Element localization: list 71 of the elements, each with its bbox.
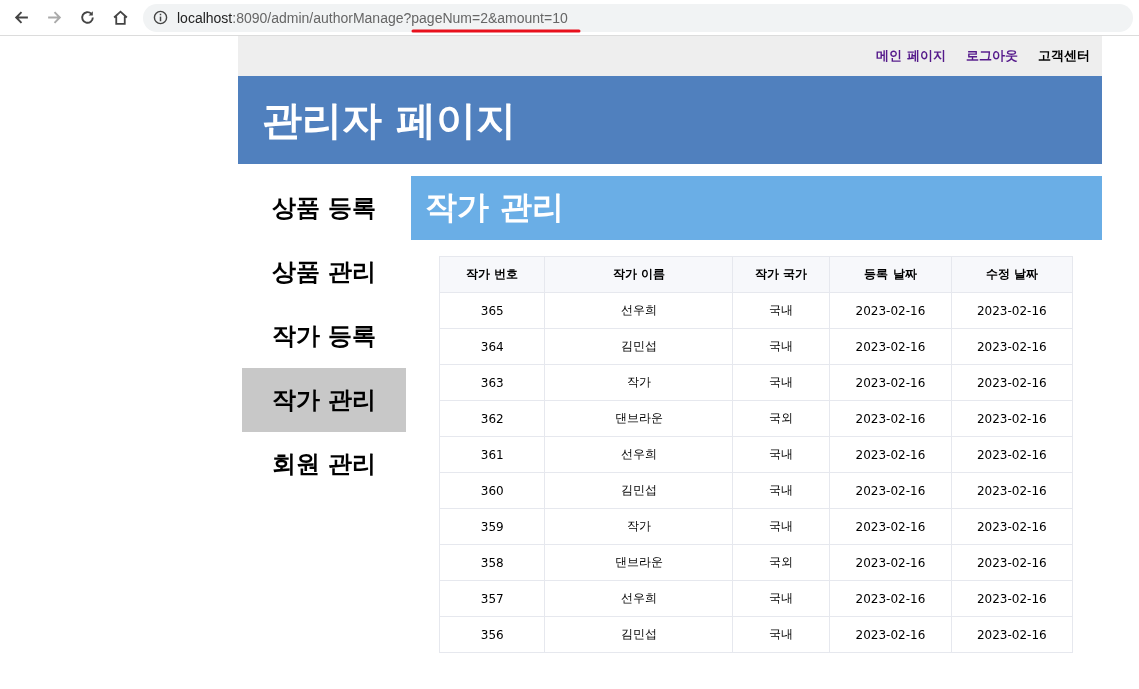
sidebar-item[interactable]: 작가 등록 [242,304,406,368]
table-cell: 360 [439,472,545,509]
table-cell: 358 [439,544,545,581]
table-cell: 2023-02-16 [829,436,952,473]
table-cell: 2023-02-16 [951,328,1073,365]
nav-link[interactable]: 고객센터 [1038,47,1090,65]
column-header: 작가 이름 [544,256,733,293]
table-cell: 2023-02-16 [951,616,1073,653]
table-cell: 362 [439,400,545,437]
back-arrow-icon[interactable] [13,9,30,26]
table-cell: 국내 [732,472,830,509]
nav-link[interactable]: 메인 페이지 [876,47,946,65]
table-cell: 국내 [732,436,830,473]
table-cell: 국내 [732,364,830,401]
column-header: 등록 날짜 [829,256,952,293]
column-header: 작가 국가 [732,256,830,293]
table-cell: 작가 [544,508,733,545]
table-cell: 댄브라운 [544,544,733,581]
table-cell: 2023-02-16 [951,400,1073,437]
info-icon[interactable] [153,10,168,25]
table-cell: 선우희 [544,580,733,617]
reload-icon[interactable] [79,9,96,26]
table-cell: 2023-02-16 [951,364,1073,401]
table-cell: 2023-02-16 [951,580,1073,617]
table-cell: 364 [439,328,545,365]
column-header: 작가 번호 [439,256,545,293]
table-cell: 2023-02-16 [951,508,1073,545]
address-bar[interactable]: localhost:8090/admin/authorManage?pageNum=2&amount=10 [143,3,1133,32]
table-cell: 2023-02-16 [829,544,952,581]
sidebar-item[interactable]: 회원 관리 [242,432,406,496]
table-cell: 2023-02-16 [951,544,1073,581]
column-header: 수정 날짜 [951,256,1073,293]
table-cell: 357 [439,580,545,617]
table-cell: 국외 [732,544,830,581]
table-cell: 2023-02-16 [829,292,952,329]
home-icon[interactable] [112,9,129,26]
sidebar-item[interactable]: 상품 관리 [242,240,406,304]
table-cell: 2023-02-16 [829,472,952,509]
sidebar-item[interactable]: 상품 등록 [242,176,406,240]
table-cell: 국내 [732,508,830,545]
table-cell: 국내 [732,616,830,653]
sidebar-item[interactable]: 작가 관리 [242,368,406,432]
table-cell: 363 [439,364,545,401]
table-cell: 2023-02-16 [829,580,952,617]
table-cell: 365 [439,292,545,329]
table-cell: 359 [439,508,545,545]
table-cell: 김민섭 [544,616,733,653]
table-cell: 2023-02-16 [951,436,1073,473]
table-cell: 작가 [544,364,733,401]
table-cell: 김민섭 [544,328,733,365]
table-cell: 국내 [732,328,830,365]
table-cell: 2023-02-16 [829,328,952,365]
table-cell: 2023-02-16 [829,364,952,401]
section-title: 작가 관리 [425,187,565,228]
table-cell: 선우희 [544,292,733,329]
table-cell: 361 [439,436,545,473]
table-cell: 2023-02-16 [951,292,1073,329]
table-cell: 선우희 [544,436,733,473]
url-text: localhost:8090/admin/authorManage?pageNum=2&amount=10 [177,9,568,26]
page-title: 관리자 페이지 [262,95,516,145]
table-cell: 댄브라운 [544,400,733,437]
table-cell: 국외 [732,400,830,437]
table-cell: 2023-02-16 [829,616,952,653]
table-cell: 김민섭 [544,472,733,509]
table-cell: 국내 [732,292,830,329]
table-cell: 2023-02-16 [829,508,952,545]
table-cell: 2023-02-16 [829,400,952,437]
table-cell: 356 [439,616,545,653]
table-cell: 2023-02-16 [951,472,1073,509]
table-cell: 국내 [732,580,830,617]
nav-link[interactable]: 로그아웃 [966,47,1018,65]
